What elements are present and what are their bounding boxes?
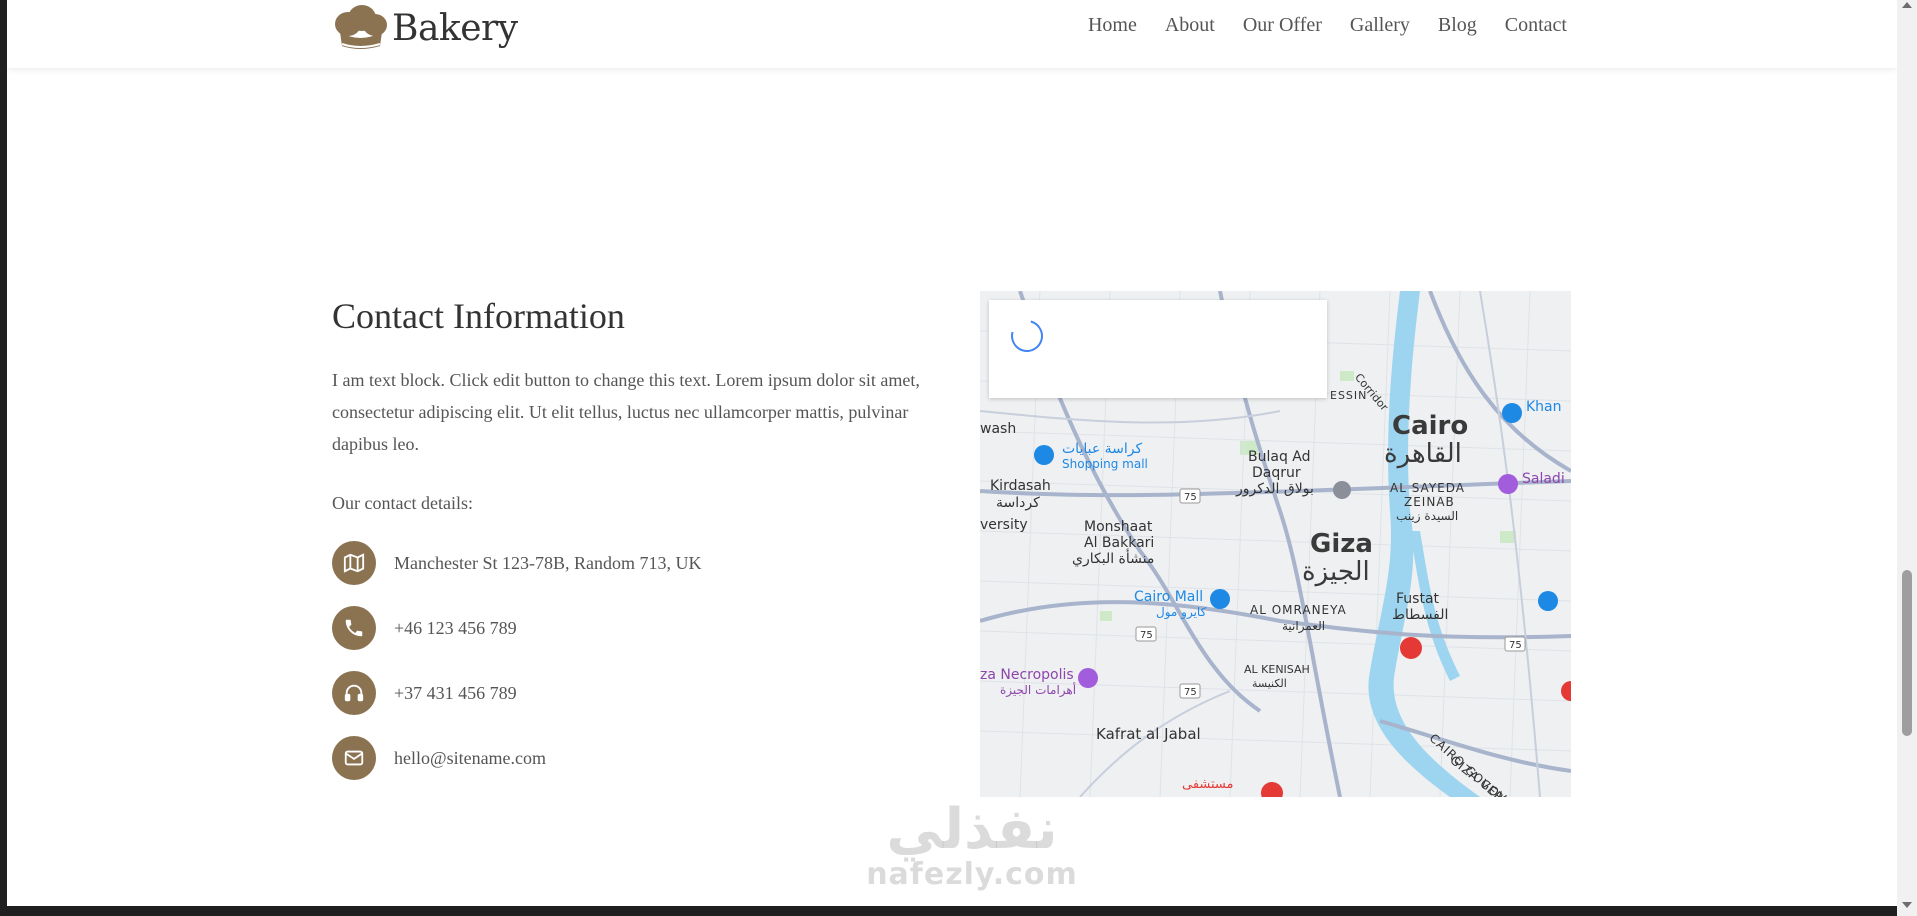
- map-label-shopping-en: Shopping mall: [1062, 457, 1148, 471]
- map-label-omraneya-ar: العمرانية: [1282, 619, 1326, 633]
- contact-title: Contact Information: [332, 296, 625, 336]
- nav-blog[interactable]: Blog: [1438, 14, 1477, 37]
- nav-contact[interactable]: Contact: [1505, 14, 1567, 37]
- page: Bakery Home About Our Offer Gallery Blog…: [7, 0, 1897, 906]
- contact-email-row: hello@sitename.com: [332, 736, 546, 780]
- nav-home[interactable]: Home: [1088, 14, 1137, 37]
- svg-text:75: 75: [1184, 492, 1197, 503]
- logo-text: Bakery: [392, 7, 518, 49]
- map-label-giza-ar: الجيزة: [1302, 557, 1370, 587]
- svg-text:75: 75: [1140, 630, 1153, 641]
- contact-support-row: +37 431 456 789: [332, 671, 517, 715]
- contact-address-row: Manchester St 123-78B, Random 713, UK: [332, 541, 701, 585]
- map-label-bulaq-2: Daqrur: [1252, 465, 1301, 481]
- envelope-icon: [332, 736, 376, 780]
- map-label-saladin: Saladi: [1522, 471, 1565, 487]
- map-label-giza: Giza: [1310, 529, 1373, 559]
- map-label-shopping-ar: كراسة عبايات: [1062, 441, 1143, 457]
- main-nav: Home About Our Offer Gallery Blog Contac…: [1088, 14, 1567, 37]
- contact-support-phone: +37 431 456 789: [394, 682, 517, 703]
- map-label-cairo: Cairo: [1392, 411, 1469, 441]
- map-label-necropolis-ar: أهرامات الجيزة: [1000, 683, 1077, 697]
- map-label-cairo-mall-ar: كايرو مول: [1156, 605, 1207, 619]
- map-label-versity: versity: [980, 517, 1028, 533]
- map-label-cairo-mall: Cairo Mall: [1134, 589, 1204, 605]
- google-map[interactable]: 75 75 75 75 Cairo القاهرة Giza الجيزة Bu…: [980, 291, 1571, 797]
- contact-email[interactable]: hello@sitename.com: [394, 748, 546, 769]
- map-label-kenisah: AL KENISAH: [1244, 663, 1310, 676]
- watermark: نفذلي nafezly.com: [857, 800, 1087, 890]
- contact-details-label: Our contact details:: [332, 493, 473, 513]
- scrollbar-thumb[interactable]: [1902, 570, 1912, 736]
- map-label-monshaat: Monshaat: [1084, 519, 1153, 535]
- scroll-down-arrow-icon[interactable]: [1902, 902, 1912, 908]
- map-label-kirdasah-ar: كرداسة: [996, 495, 1040, 511]
- logo[interactable]: Bakery: [332, 4, 518, 52]
- loading-spinner-icon: [1005, 314, 1049, 358]
- map-label-hospital: مستشفى: [1182, 777, 1234, 792]
- map-label-fustat-ar: الفسطاط: [1392, 607, 1449, 623]
- map-label-kafrat: Kafrat al Jabal: [1096, 725, 1201, 743]
- contact-phone-row: +46 123 456 789: [332, 606, 517, 650]
- map-label-wash: wash: [980, 421, 1017, 437]
- map-label-sayeda-2: ZEINAB: [1404, 495, 1455, 509]
- vertical-scrollbar[interactable]: [1897, 0, 1917, 916]
- watermark-en: nafezly.com: [866, 857, 1078, 892]
- map-label-bulaq-ar: بولاق الدكرور: [1236, 481, 1314, 497]
- scroll-up-arrow-icon[interactable]: [1902, 2, 1912, 8]
- map-label-khan: Khan: [1526, 399, 1562, 415]
- headphones-icon: [332, 671, 376, 715]
- map-label-bulaq: Bulaq Ad: [1248, 449, 1311, 465]
- nav-our-offer[interactable]: Our Offer: [1243, 14, 1322, 37]
- phone-icon: [332, 606, 376, 650]
- map-info-card: [989, 300, 1327, 398]
- svg-text:75: 75: [1509, 640, 1522, 651]
- svg-text:75: 75: [1184, 687, 1197, 698]
- map-label-kenisah-ar: الكنيسة: [1252, 677, 1287, 690]
- map-label-necropolis: za Necropolis: [980, 667, 1074, 683]
- map-label-monshaat-ar: منشأة البكاري: [1072, 551, 1155, 567]
- map-label-sayeda: AL SAYEDA: [1390, 481, 1465, 495]
- map-label-fustat: Fustat: [1396, 591, 1440, 607]
- contact-text: I am text block. Click edit button to ch…: [332, 370, 920, 454]
- contact-phone: +46 123 456 789: [394, 617, 517, 638]
- map-label-essin: ESSIN: [1330, 389, 1368, 402]
- map-icon: [332, 541, 376, 585]
- map-label-sayeda-ar: السيدة زينب: [1396, 509, 1459, 523]
- contact-address: Manchester St 123-78B, Random 713, UK: [394, 552, 702, 573]
- watermark-ar: نفذلي: [886, 797, 1058, 862]
- map-label-kirdasah: Kirdasah: [990, 478, 1051, 494]
- nav-about[interactable]: About: [1165, 14, 1215, 37]
- nav-gallery[interactable]: Gallery: [1350, 14, 1410, 37]
- chef-hat-icon: [335, 5, 387, 49]
- map-label-omraneya: AL OMRANEYA: [1250, 603, 1347, 617]
- map-label-cairo-ar: القاهرة: [1384, 439, 1462, 469]
- map-label-monshaat-2: Al Bakkari: [1084, 535, 1155, 551]
- site-header: Bakery Home About Our Offer Gallery Blog…: [7, 0, 1897, 68]
